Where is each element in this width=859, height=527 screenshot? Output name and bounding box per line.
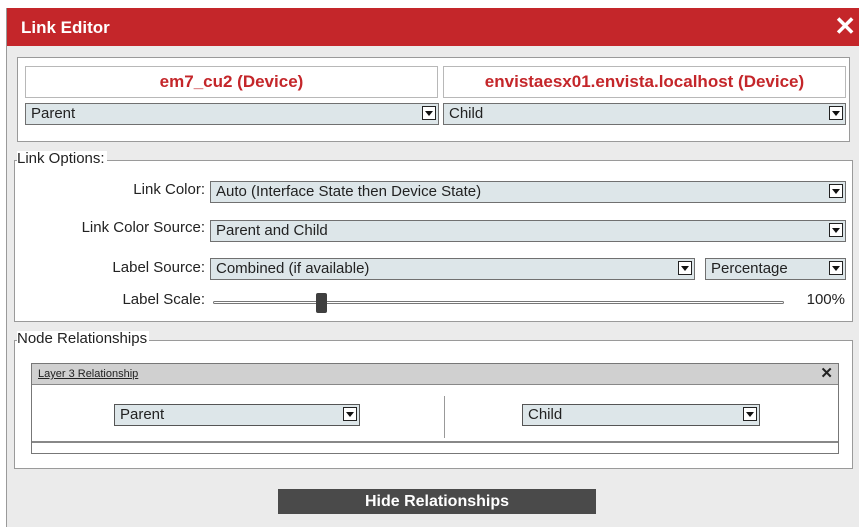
label-format-value: Percentage [711, 260, 788, 277]
parent-role-select[interactable]: Parent [25, 103, 439, 125]
label-source-select[interactable]: Combined (if available) [210, 258, 695, 280]
relationship-parent-select[interactable]: Parent [114, 404, 360, 426]
devices-section: em7_cu2 (Device) envistaesx01.envista.lo… [17, 57, 850, 142]
node-relationships-section: Layer 3 Relationship ✕ Parent Child [14, 340, 853, 469]
link-color-source-select[interactable]: Parent and Child [210, 220, 846, 242]
relationship-bottom-rule [32, 441, 838, 443]
label-scale-value: 100% [806, 291, 845, 308]
close-icon[interactable]: ✕ [834, 11, 856, 41]
label-scale-slider-thumb[interactable] [315, 293, 327, 313]
label-source-value: Combined (if available) [216, 260, 370, 277]
link-color-value: Auto (Interface State then Device State) [216, 183, 482, 200]
dialog-title: Link Editor [21, 18, 110, 37]
link-editor-dialog: Link Editor ✕ em7_cu2 (Device) envistaes… [6, 8, 859, 527]
link-color-source-label: Link Color Source: [81, 219, 205, 236]
chevron-down-icon [829, 223, 843, 237]
relationship-parent-value: Parent [120, 406, 165, 423]
chevron-down-icon [829, 261, 843, 275]
chevron-down-icon [678, 261, 692, 275]
label-format-select[interactable]: Percentage [705, 258, 846, 280]
child-device-name: envistaesx01.envista.localhost (Device) [443, 66, 846, 98]
chevron-down-icon [829, 184, 843, 198]
relationship-panel: Layer 3 Relationship ✕ Parent Child [31, 363, 839, 454]
link-color-label: Link Color: [133, 181, 205, 198]
chevron-down-icon [743, 407, 757, 421]
link-options-legend: Link Options: [17, 150, 107, 167]
child-role-value: Child [449, 105, 484, 122]
link-color-select[interactable]: Auto (Interface State then Device State) [210, 181, 846, 203]
label-scale-label: Label Scale: [122, 291, 205, 308]
title-bar: Link Editor ✕ [7, 8, 859, 46]
relationship-child-select[interactable]: Child [522, 404, 760, 426]
chevron-down-icon [422, 106, 436, 120]
chevron-down-icon [829, 106, 843, 120]
link-color-source-value: Parent and Child [216, 222, 328, 239]
label-source-label: Label Source: [112, 259, 205, 276]
relationship-title-link[interactable]: Layer 3 Relationship [38, 364, 138, 384]
close-icon[interactable]: ✕ [820, 364, 833, 384]
hide-relationships-button[interactable]: Hide Relationships [278, 489, 596, 514]
parent-device-name: em7_cu2 (Device) [25, 66, 438, 98]
relationship-header: Layer 3 Relationship ✕ [32, 364, 838, 385]
relationship-divider [444, 396, 445, 438]
parent-role-value: Parent [31, 105, 76, 122]
link-options-section: Link Color: Auto (Interface State then D… [14, 160, 853, 322]
child-role-select[interactable]: Child [443, 103, 846, 125]
node-relationships-legend: Node Relationships [17, 330, 150, 347]
relationship-child-value: Child [528, 406, 563, 423]
label-scale-slider[interactable] [213, 301, 784, 304]
chevron-down-icon [343, 407, 357, 421]
